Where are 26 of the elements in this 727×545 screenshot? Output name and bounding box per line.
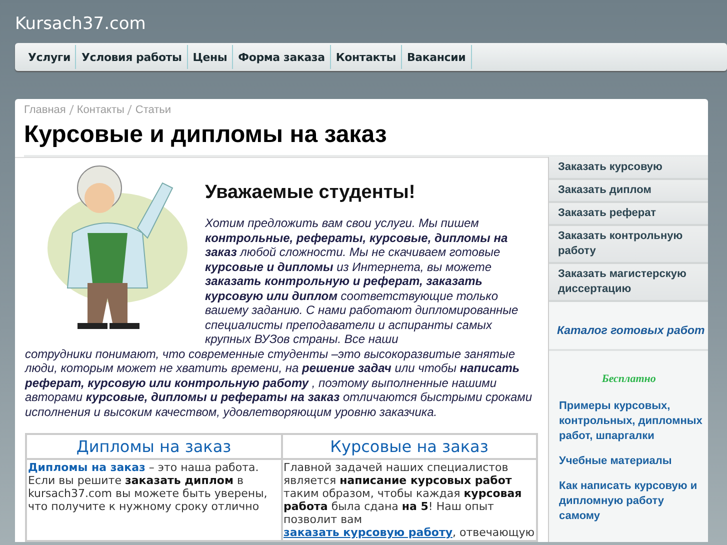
cell-text: Главной задачей наших специалистов является написание курсовых работ таким образом, чтобы каждая курсовая работа была сдана на 5! Наш опыт позволит вам заказать курсовую работу, отвечающую <box>284 461 535 539</box>
nav-link[interactable]: Форма заказа <box>233 45 331 69</box>
free-label: Бесплатно <box>600 373 657 385</box>
sidebar-menu-item[interactable]: Заказать реферат <box>549 203 708 226</box>
sidebar-link[interactable]: Примеры курсовых, контрольных, дипломных работ, шпаргалки <box>549 399 708 454</box>
sidebar-menu-item[interactable]: Заказать курсовую <box>549 157 708 180</box>
site-title[interactable]: Kursach37.com <box>15 14 146 34</box>
nav-link[interactable]: Услуги <box>23 45 76 69</box>
cell-text: Дипломы на заказ – это наша работа. Если вы решите заказать диплом в kursach37.com вы можете быть уверены, что получите к нужному сроку отлично <box>28 461 268 513</box>
intro-paragraph: Хотим предложить вам свои услуги. Мы пишем контрольные, рефераты, курсовые, дипломы на заказ любой сложности. Мы не скачиваем готовые курсовые и дипломы из Интернета, вы можете заказать контрольную и реферат, заказать курсовую или диплом соответствующие только вашему заданию. С нами работают дипломированные специалисты преподаватели и аспиранты самых крупных ВУЗов страны. Все наши <box>205 216 520 346</box>
sidebar-link[interactable]: Учебные материалы <box>549 454 708 479</box>
sidebar-menu-item[interactable]: Заказать диплом <box>549 180 708 203</box>
sidebar-menu-item[interactable]: Заказать магистерскую диссертацию <box>549 264 708 302</box>
catalog-link[interactable]: Каталог готовых работ <box>549 302 708 351</box>
nav-link[interactable]: Цены <box>188 45 234 69</box>
nav-link[interactable]: Условия работы <box>76 45 188 69</box>
sidebar-menu-item[interactable]: Заказать контрольную работу <box>549 226 708 264</box>
intro-paragraph: сотрудники понимают, что современные студенты –это высокоразвитые занятые люди, которым может не хватить времени, на решение задач или чтобы написать реферат, курсовую или контрольную работу , поэтому выполненные нашими авторами курсовые, дипломы и рефераты на заказ отличаются быстрыми сроками исполнения и высоким качеством, удовлетворяющим уровню заказчика. <box>25 346 534 419</box>
sidebar-link[interactable]: Как написать курсовую и дипломную работу самому <box>549 479 708 534</box>
column-header: Курсовые на заказ <box>282 434 537 459</box>
nav-link[interactable]: Вакансии <box>402 45 472 69</box>
nav-link[interactable]: Контакты <box>330 45 402 69</box>
greeting-heading: Уважаемые студенты! <box>205 182 416 204</box>
column-header: Дипломы на заказ <box>26 434 282 459</box>
text-link[interactable]: заказать курсовую работу <box>284 526 453 539</box>
text-link[interactable]: Дипломы на заказ <box>28 461 146 474</box>
